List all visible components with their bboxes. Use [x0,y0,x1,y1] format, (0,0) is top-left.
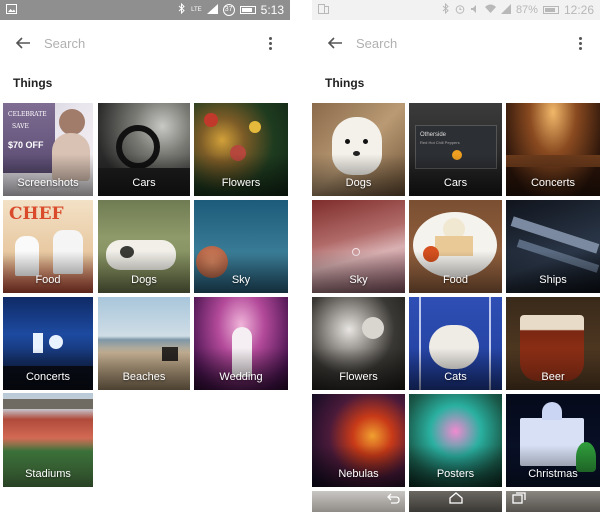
category-tile-food[interactable]: Food [409,200,502,293]
category-tile-cars[interactable]: Otherside Red Hot Chili Peppers Cars [409,103,502,196]
nav-home-icon[interactable] [446,488,466,508]
section-title: Things [13,76,53,90]
status-time: 12:26 [563,3,594,17]
right-phone-screen: 87% 12:26 Things Dogs Otherside Red Hot … [312,0,600,512]
tile-label: Cars [132,177,156,189]
category-tile-nebulas[interactable]: Nebulas [312,394,405,487]
tile-label: Flowers [221,177,261,189]
tile-label: Beer [541,371,565,383]
category-tile-flowers[interactable]: Flowers [194,103,288,196]
category-tile-cats[interactable]: Cats [409,297,502,390]
category-tile-food[interactable]: CHEF Food [3,200,93,293]
lte-label: LTE [191,7,202,13]
bluetooth-icon [178,2,186,17]
navigation-bar [312,484,600,512]
gallery-notification-icon [6,3,17,17]
car-screen-title: Otherside [420,132,447,138]
battery-percent: 87% [515,4,538,16]
tile-label: Screenshots [17,177,79,189]
screen-mirror-icon [318,3,329,17]
tile-label: Food [442,274,469,286]
tile-label: Dogs [345,177,372,189]
tile-label: Flowers [339,371,378,383]
status-time: 5:13 [260,3,284,17]
notification-count-badge: 37 [222,4,235,16]
search-app-bar [312,20,600,66]
more-options-icon[interactable] [262,32,278,54]
status-bar: 87% 12:26 [312,0,600,20]
category-tile-stadiums[interactable]: Stadiums [3,393,93,487]
signal-icon [500,3,511,17]
tile-label: Ships [539,274,567,286]
category-tile-concerts[interactable]: Concerts [3,297,93,390]
ad-text-celebrate: CELEBRATE [8,111,47,118]
tile-label: Food [35,274,61,286]
ad-text-save: SAVE [12,123,29,130]
alarm-icon [455,4,465,17]
nav-back-icon[interactable] [383,488,403,508]
tile-label: Beaches [122,371,166,383]
category-tile-christmas[interactable]: Christmas [506,394,600,487]
more-options-icon[interactable] [572,32,588,54]
tile-label: Concerts [530,177,576,189]
category-tile-posters[interactable]: Posters [409,394,502,487]
tile-label: Nebulas [338,468,379,480]
tile-label: Christmas [528,468,578,480]
wifi-icon [484,4,496,16]
category-tile-dogs[interactable]: Dogs [98,200,190,293]
tile-label: Sky [231,274,251,286]
category-tile-sky[interactable]: Sky [312,200,405,293]
category-tile-beer[interactable]: Beer [506,297,600,390]
category-tile-dogs[interactable]: Dogs [312,103,405,196]
battery-icon [239,6,256,14]
search-app-bar [0,20,290,66]
left-phone-screen: LTE 37 5:13 Things CELEBRATE SAVE $70 OF… [0,0,290,512]
tile-label: Cars [443,177,468,189]
tile-label: Sky [349,274,368,286]
tile-label: Cats [444,371,467,383]
battery-icon [542,6,559,14]
tile-label: Stadiums [25,468,71,480]
tile-label: Concerts [25,371,71,383]
section-title: Things [325,76,365,90]
category-tile-wedding[interactable]: Wedding [194,297,288,390]
status-bar: LTE 37 5:13 [0,0,290,20]
signal-icon [206,3,218,17]
back-arrow-icon[interactable] [12,32,34,54]
category-tile-beaches[interactable]: Beaches [98,297,190,390]
bluetooth-icon [442,2,450,17]
tile-label: Posters [436,468,475,480]
category-tile-screenshots[interactable]: CELEBRATE SAVE $70 OFF Screenshots [3,103,93,196]
category-tile-ships[interactable]: Ships [506,200,600,293]
category-tile-cars[interactable]: Cars [98,103,190,196]
category-tile-concerts[interactable]: Concerts [506,103,600,196]
nav-recents-icon[interactable] [509,488,529,508]
tile-label: Dogs [131,274,157,286]
car-screen-subtitle: Red Hot Chili Peppers [420,140,460,145]
ad-price: $70 OFF [8,140,44,150]
category-tile-flowers[interactable]: Flowers [312,297,405,390]
search-input[interactable] [356,35,536,51]
food-sign-text: CHEF [9,204,64,224]
volume-icon [470,4,480,17]
tile-label: Wedding [219,371,263,383]
search-input[interactable] [44,35,224,51]
category-tile-sky[interactable]: Sky [194,200,288,293]
back-arrow-icon[interactable] [324,32,346,54]
